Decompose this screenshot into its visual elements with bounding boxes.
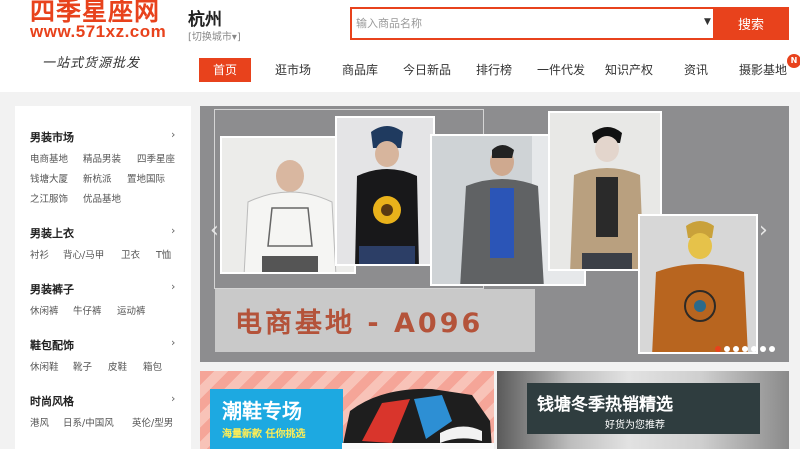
promo-title: 钱塘冬季热销精选	[537, 395, 673, 415]
nav-item-products[interactable]: 商品库	[342, 58, 378, 82]
promo-subtitle: 好货为您推荐	[605, 420, 665, 431]
category-link[interactable]: 精品男装	[83, 151, 121, 165]
category-link[interactable]: 卫衣	[121, 247, 140, 261]
model-illustration	[337, 118, 433, 264]
category-link[interactable]: 运动裤	[117, 303, 146, 317]
nav-item-photo-base[interactable]: 摄影基地	[739, 58, 787, 82]
chevron-right-icon[interactable]: ›	[171, 128, 175, 141]
category-link[interactable]: 背心/马甲	[63, 247, 104, 261]
carousel-dot[interactable]	[724, 346, 730, 352]
category-link[interactable]: 港风	[30, 415, 49, 429]
product-photo[interactable]	[335, 116, 435, 266]
model-illustration	[640, 216, 756, 352]
current-city: 杭州	[188, 10, 222, 30]
category-title[interactable]: 男装市场	[30, 129, 74, 145]
category-title[interactable]: 鞋包配饰	[30, 337, 74, 353]
promo-qiantang-winter[interactable]: 钱塘冬季热销精选 好货为您推荐	[497, 371, 789, 449]
carousel-next-icon[interactable]: ›	[759, 218, 768, 243]
category-link[interactable]: 四季星座	[137, 151, 175, 165]
carousel-dot[interactable]	[751, 346, 757, 352]
site-slogan: 一站式货源批发	[42, 56, 141, 71]
chevron-right-icon[interactable]: ›	[171, 224, 175, 237]
promo-subtitle: 海量新款 任你挑选	[222, 429, 306, 440]
hero-banner[interactable]: 电商基地 - A096 ‹ ›	[200, 106, 789, 362]
banner-title: 电商基地 - A096	[235, 308, 484, 339]
category-title[interactable]: 男装裤子	[30, 281, 74, 297]
nav-item-market[interactable]: 逛市场	[275, 58, 311, 82]
category-link[interactable]: 新杭派	[83, 171, 112, 185]
carousel-dot[interactable]	[742, 346, 748, 352]
category-link[interactable]: 箱包	[143, 359, 162, 373]
category-title[interactable]: 时尚风格	[30, 393, 74, 409]
carousel-dot[interactable]	[715, 346, 721, 352]
promo-label-box: 钱塘冬季热销精选 好货为您推荐	[527, 383, 760, 434]
site-header: 四季星座网 www.571xz.com 一站式货源批发 杭州 [切换城市▾] ▼…	[0, 0, 800, 92]
chevron-right-icon[interactable]: ›	[171, 392, 175, 405]
search-input[interactable]	[356, 9, 706, 38]
search-button[interactable]: 搜索	[713, 7, 789, 40]
banner-caption-box: 电商基地 - A096	[215, 289, 535, 352]
category-sidebar: 男装市场 › 电商基地 精品男装 四季星座 钱塘大厦 新杭派 置地国际 之江服饰…	[15, 106, 191, 449]
nav-item-ranking[interactable]: 排行榜	[476, 58, 512, 82]
carousel-dot[interactable]	[760, 346, 766, 352]
nav-item-ip[interactable]: 知识产权	[605, 58, 653, 82]
search-bar: ▼ 搜索	[350, 7, 789, 40]
category-link[interactable]: 靴子	[73, 359, 92, 373]
category-link[interactable]: 英伦/型男	[132, 415, 173, 429]
chevron-right-icon[interactable]: ›	[171, 280, 175, 293]
nav-item-new-today[interactable]: 今日新品	[403, 58, 451, 82]
category-link[interactable]: 衬衫	[30, 247, 49, 261]
nav-item-news[interactable]: 资讯	[684, 58, 708, 82]
promo-title: 潮鞋专场	[222, 399, 302, 423]
carousel-prev-icon[interactable]: ‹	[210, 218, 219, 243]
category-link[interactable]: 电商基地	[30, 151, 68, 165]
category-link[interactable]: 置地国际	[127, 171, 165, 185]
city-switch-link[interactable]: [切换城市▾]	[188, 28, 241, 43]
nav-item-dropship[interactable]: 一件代发	[537, 58, 585, 82]
category-link[interactable]: 牛仔裤	[73, 303, 102, 317]
category-link[interactable]: 日系/中国风	[63, 415, 114, 429]
category-link[interactable]: 休闲裤	[30, 303, 59, 317]
category-link[interactable]: 优品基地	[83, 191, 121, 205]
product-photo[interactable]	[638, 214, 758, 354]
promo-trendy-shoes[interactable]: 潮鞋专场 海量新款 任你挑选	[200, 371, 494, 449]
new-badge: N	[787, 54, 800, 68]
nav-item-home[interactable]: 首页	[199, 58, 251, 82]
chevron-right-icon[interactable]: ›	[171, 336, 175, 349]
category-link[interactable]: T恤	[156, 247, 171, 261]
category-link[interactable]: 皮鞋	[108, 359, 127, 373]
carousel-dot[interactable]	[733, 346, 739, 352]
site-url[interactable]: www.571xz.com	[30, 22, 166, 42]
sneaker-image	[342, 388, 494, 449]
category-link[interactable]: 之江服饰	[30, 191, 68, 205]
carousel-dot[interactable]	[769, 346, 775, 352]
category-link[interactable]: 休闲鞋	[30, 359, 59, 373]
category-link[interactable]: 钱塘大厦	[30, 171, 68, 185]
category-title[interactable]: 男装上衣	[30, 225, 74, 241]
